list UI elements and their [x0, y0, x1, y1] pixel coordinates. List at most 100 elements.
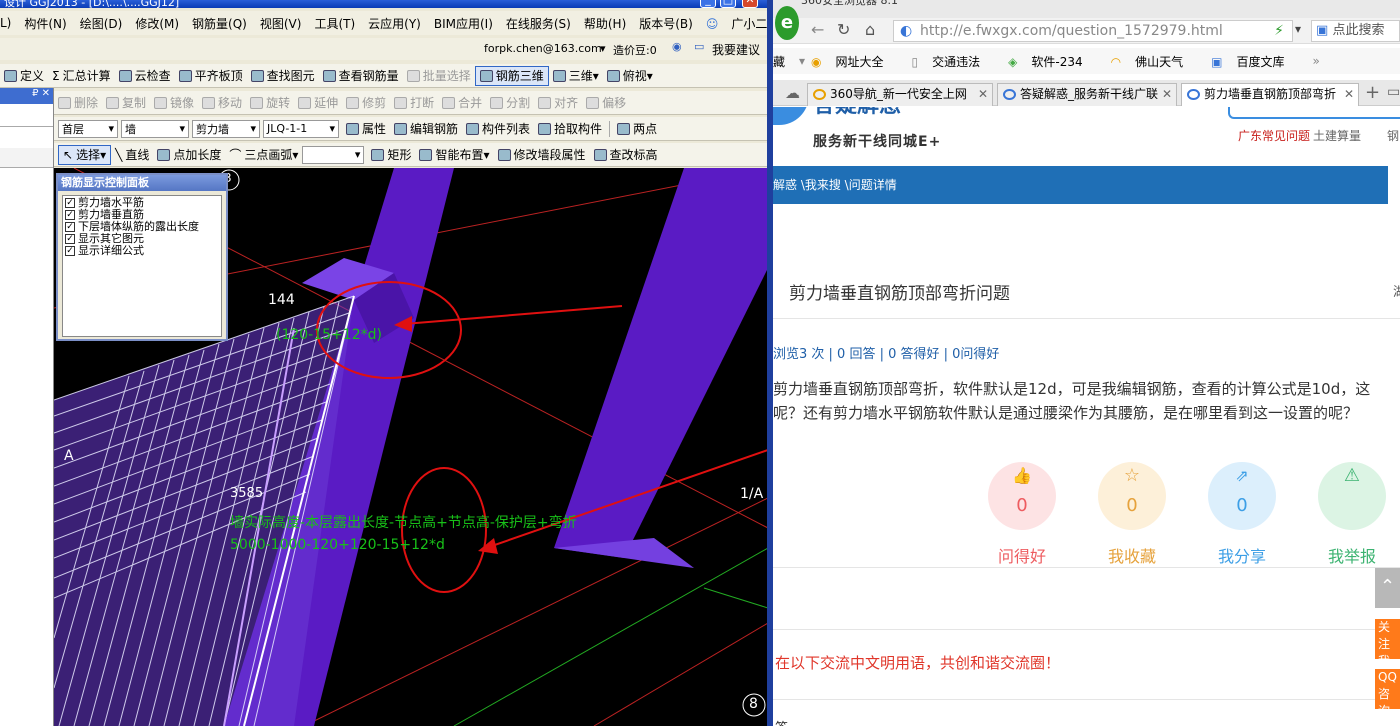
- tab-close-icon[interactable]: ✕: [1344, 84, 1354, 105]
- edit-rebar-button[interactable]: 编辑钢筋: [390, 119, 462, 139]
- bell-icon[interactable]: ◉: [672, 40, 682, 53]
- qq-consult-button[interactable]: QQ咨询: [1375, 669, 1400, 718]
- align-button[interactable]: 对齐: [534, 93, 582, 113]
- minimize-button[interactable]: _: [700, 0, 716, 8]
- copy-button[interactable]: 复制: [102, 93, 150, 113]
- batch-select-button[interactable]: 批量选择: [403, 66, 475, 86]
- refresh-icon[interactable]: ↻: [837, 20, 850, 39]
- extend-button[interactable]: 延伸: [294, 93, 342, 113]
- nav-guangdong-faq[interactable]: 广东常见问题: [1238, 127, 1310, 144]
- summary-calc-button[interactable]: Σ 汇总计算: [48, 66, 115, 86]
- component-list-button[interactable]: 构件列表: [462, 119, 534, 139]
- ask-good-button[interactable]: 👍 0: [988, 462, 1056, 530]
- fav-traffic[interactable]: ▯ 交通违法: [912, 53, 995, 70]
- nav-gangjin[interactable]: 钢: [1387, 127, 1399, 144]
- menu-item-rebar[interactable]: 钢筋量(Q): [192, 15, 247, 32]
- align-slab-top-button[interactable]: 平齐板顶: [175, 66, 247, 86]
- mirror-button[interactable]: 镜像: [150, 93, 198, 113]
- suggest-link[interactable]: 我要建议: [712, 41, 760, 58]
- tab-360-nav[interactable]: 360导航_新一代安全上网 ✕: [807, 83, 993, 106]
- cloud-icon[interactable]: ☁: [785, 84, 800, 102]
- menu-item-modify[interactable]: 修改(M): [135, 15, 179, 32]
- fav-baidu-wenku[interactable]: ▣ 百度文库: [1211, 53, 1298, 70]
- share-button[interactable]: ⇗ 0: [1208, 462, 1276, 530]
- home-icon[interactable]: ⌂: [865, 20, 875, 39]
- report-button[interactable]: ⚠: [1318, 462, 1386, 530]
- break-button[interactable]: 打断: [390, 93, 438, 113]
- trim-button[interactable]: 修剪: [342, 93, 390, 113]
- property-button[interactable]: 属性: [342, 119, 390, 139]
- back-icon[interactable]: ←: [811, 20, 824, 39]
- more-icon[interactable]: »: [1313, 54, 1320, 68]
- move-button[interactable]: 移动: [198, 93, 246, 113]
- report-label[interactable]: 我举报: [1307, 543, 1397, 567]
- tab-close-icon[interactable]: ✕: [978, 84, 988, 105]
- floor-select[interactable]: 首层 ▾: [58, 119, 118, 138]
- follow-us-button[interactable]: 关注我们: [1375, 619, 1400, 685]
- account-email[interactable]: forpk.chen@163.com: [484, 42, 602, 55]
- site-logo-text[interactable]: 答疑解惑: [813, 107, 901, 117]
- search-input[interactable]: ▣ 点此搜索: [1311, 20, 1400, 42]
- menu-item-assistant[interactable]: ☺ 广小二: [706, 15, 768, 32]
- line-button[interactable]: ╲ 直线: [111, 145, 153, 165]
- dropdown-arrow-icon[interactable]: ▾: [600, 42, 606, 55]
- ask-good-label[interactable]: 问得好: [977, 543, 1067, 567]
- nav-tujian[interactable]: 土建算量: [1313, 127, 1361, 144]
- pick-component-button[interactable]: 拾取构件: [534, 119, 606, 139]
- back-to-top-button[interactable]: ⌃: [1375, 568, 1400, 608]
- check-elevation-button[interactable]: 查改标高: [590, 145, 662, 165]
- tab-close-icon[interactable]: ✕: [1162, 84, 1172, 105]
- dropdown-icon[interactable]: ▾: [1295, 22, 1301, 36]
- element-select[interactable]: JLQ-1-1 ▾: [263, 119, 339, 138]
- collect-label[interactable]: 我收藏: [1087, 543, 1177, 567]
- three-d-button[interactable]: 三维 ▾: [549, 66, 603, 86]
- fav-wangzhi[interactable]: ◉ 网址大全: [811, 53, 898, 70]
- menu-item-help[interactable]: 帮助(H): [584, 15, 626, 32]
- top-view-button[interactable]: 俯视 ▾: [603, 66, 657, 86]
- menu-item-online[interactable]: 在线服务(S): [506, 15, 571, 32]
- url-input[interactable]: ◐ http://e.fwxgx.com/question_1572979.ht…: [893, 20, 1293, 42]
- offset-button[interactable]: 偏移: [582, 93, 630, 113]
- maximize-button[interactable]: □: [720, 0, 736, 8]
- delete-button[interactable]: 删除: [54, 93, 102, 113]
- merge-button[interactable]: 合并: [438, 93, 486, 113]
- collect-button[interactable]: ☆ 0: [1098, 462, 1166, 530]
- share-label[interactable]: 我分享: [1197, 543, 1287, 567]
- checkbox-show-detail-formula[interactable]: ✓ 显示详细公式: [65, 245, 219, 257]
- favorites-dropdown-icon[interactable]: ▾: [799, 54, 805, 68]
- point-length-button[interactable]: 点加长度: [153, 145, 225, 165]
- split-button[interactable]: 分割: [486, 93, 534, 113]
- close-button[interactable]: ✕: [742, 0, 758, 8]
- define-button[interactable]: 定义: [0, 66, 48, 86]
- rectangle-button[interactable]: 矩形: [367, 145, 415, 165]
- category-select[interactable]: 墙 ▾: [121, 119, 189, 138]
- menu-item-cloud[interactable]: 云应用(Y): [368, 15, 421, 32]
- menu-item-tools[interactable]: 工具(T): [314, 15, 355, 32]
- modify-wall-attr-button[interactable]: 修改墙段属性: [494, 145, 590, 165]
- fav-software[interactable]: ◈ 软件-234: [1008, 53, 1096, 70]
- menu-item-component[interactable]: 构件(N): [24, 15, 66, 32]
- tab-list-icon[interactable]: ▭: [1387, 84, 1400, 100]
- menu-item-bim[interactable]: BIM应用(I): [434, 15, 493, 32]
- two-point-button[interactable]: 两点: [613, 119, 661, 139]
- rotate-button[interactable]: 旋转: [246, 93, 294, 113]
- tab-question[interactable]: 剪力墙垂直钢筋顶部弯折 ✕: [1181, 83, 1359, 106]
- menu-item-view[interactable]: 视图(V): [260, 15, 302, 32]
- three-point-arc-button[interactable]: ⌒ 三点画弧 ▾: [225, 145, 302, 165]
- view-rebar-qty-button[interactable]: 查看钢筋量: [319, 66, 403, 86]
- new-tab-icon[interactable]: +: [1365, 82, 1380, 103]
- rebar-3d-button[interactable]: 钢筋三维: [474, 65, 549, 86]
- tab-dayi[interactable]: 答疑解惑_服务新干线广联 ✕: [997, 83, 1177, 106]
- pin-close-icon[interactable]: ₽ ✕: [0, 88, 53, 104]
- type-select[interactable]: 剪力墙 ▾: [192, 119, 260, 138]
- menu-item-draw[interactable]: 绘图(D): [80, 15, 123, 32]
- cloud-check-button[interactable]: 云检查: [115, 66, 175, 86]
- select-button[interactable]: ↖ 选择 ▾: [58, 144, 112, 165]
- arc-option-select[interactable]: ▾: [302, 145, 365, 164]
- menu-item[interactable]: L): [0, 16, 11, 30]
- breadcrumb[interactable]: 解惑 \我来搜 \问题详情: [773, 178, 897, 192]
- smart-layout-button[interactable]: 智能布置 ▾: [415, 145, 493, 165]
- fav-weather[interactable]: ◠ 佛山天气: [1111, 53, 1198, 70]
- favorites-label[interactable]: 藏: [773, 53, 785, 70]
- menu-item-version[interactable]: 版本号(B): [639, 15, 693, 32]
